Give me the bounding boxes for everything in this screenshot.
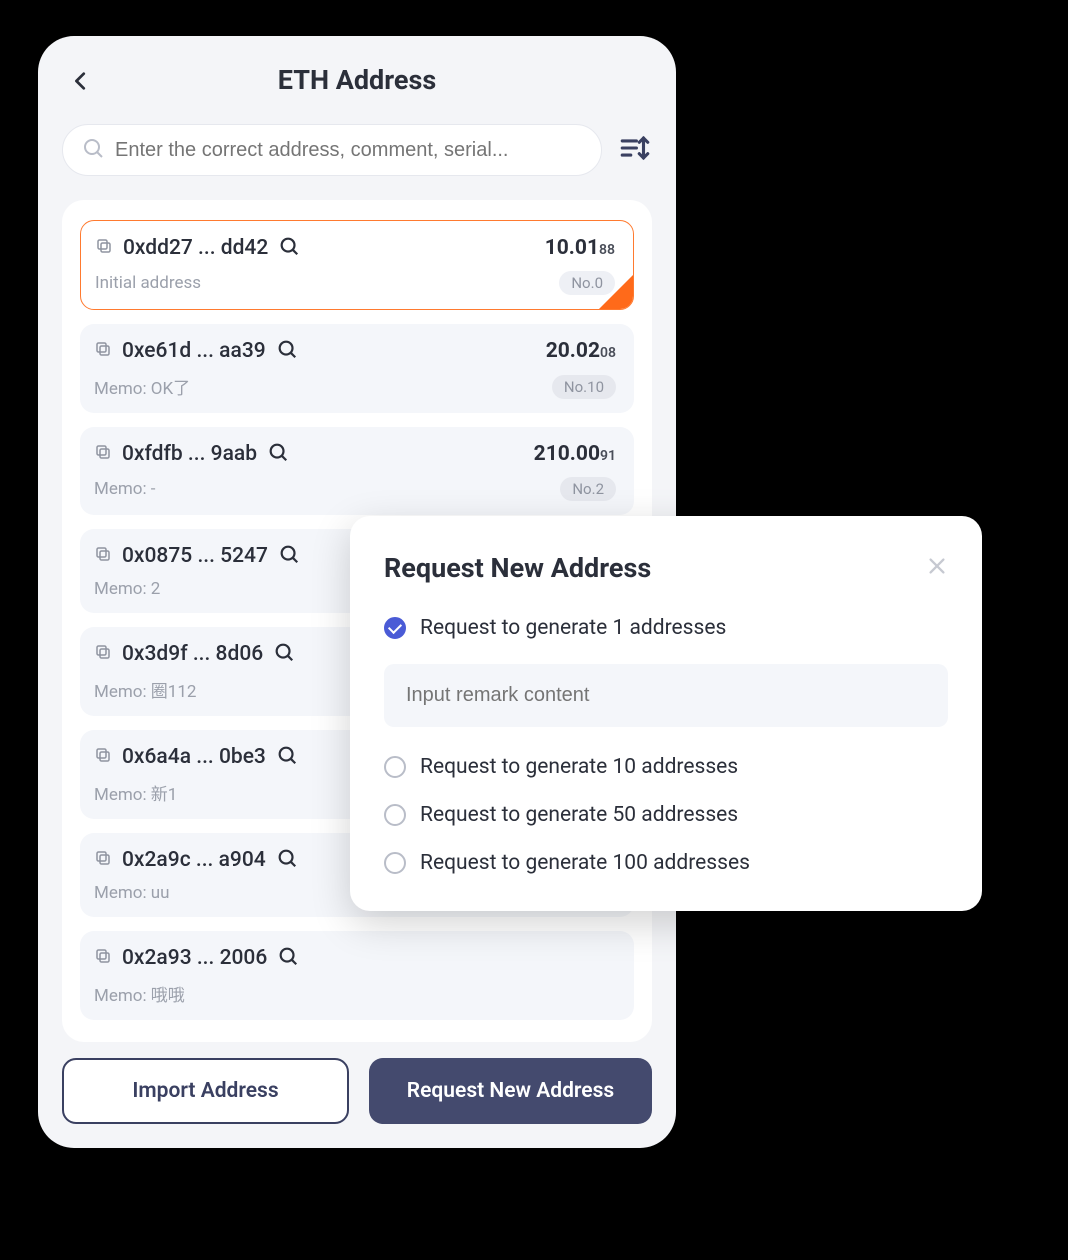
magnify-icon[interactable] (267, 441, 289, 467)
memo-text: Memo: 2 (94, 579, 160, 599)
remark-box[interactable] (384, 664, 948, 727)
memo-text: Memo: 新1 (94, 780, 177, 805)
memo-text: Memo: OK了 (94, 374, 190, 399)
memo-text: Memo: 圈112 (94, 677, 196, 702)
copy-icon[interactable] (94, 849, 112, 871)
option-label: Request to generate 50 addresses (420, 803, 738, 827)
magnify-icon[interactable] (273, 641, 295, 667)
address-item[interactable]: 0xe61d ... aa39 20.0208 Memo: OK了 No.10 (80, 324, 634, 413)
memo-text: Initial address (95, 273, 201, 293)
copy-icon[interactable] (94, 643, 112, 665)
search-input[interactable] (115, 139, 583, 162)
magnify-icon[interactable] (276, 744, 298, 770)
option-label: Request to generate 1 addresses (420, 616, 726, 640)
magnify-icon[interactable] (278, 543, 300, 569)
index-badge: No.10 (552, 375, 616, 399)
address-text: 0xfdfb ... 9aab (122, 442, 257, 466)
header: ETH Address (62, 64, 652, 96)
magnify-icon[interactable] (278, 235, 300, 261)
selected-corner-icon (599, 275, 633, 309)
address-text: 0x0875 ... 5247 (122, 544, 268, 568)
search-box[interactable] (62, 124, 602, 176)
balance: 10.0188 (545, 236, 615, 260)
index-badge: No.2 (560, 477, 616, 501)
memo-text: Memo: - (94, 479, 156, 499)
magnify-icon[interactable] (277, 945, 299, 971)
bottom-bar: Import Address Request New Address (62, 1046, 652, 1124)
address-item[interactable]: 0x2a93 ... 2006 Memo: 哦哦 (80, 931, 634, 1020)
modal-title: Request New Address (384, 552, 651, 584)
address-text: 0x3d9f ... 8d06 (122, 642, 263, 666)
page-title: ETH Address (278, 64, 436, 96)
generate-option[interactable]: Request to generate 50 addresses (384, 803, 948, 827)
memo-text: Memo: uu (94, 883, 170, 903)
magnify-icon[interactable] (276, 847, 298, 873)
copy-icon[interactable] (94, 545, 112, 567)
request-new-address-button[interactable]: Request New Address (369, 1058, 652, 1124)
generate-option[interactable]: Request to generate 100 addresses (384, 851, 948, 875)
magnify-icon[interactable] (276, 338, 298, 364)
radio-unchecked-icon[interactable] (384, 804, 406, 826)
copy-icon[interactable] (94, 947, 112, 969)
import-address-button[interactable]: Import Address (62, 1058, 349, 1124)
remark-input[interactable] (406, 684, 926, 707)
address-item[interactable]: 0xdd27 ... dd4210.0188Initial addressNo.… (80, 220, 634, 310)
close-icon[interactable] (926, 555, 948, 581)
back-button[interactable] (70, 66, 92, 100)
generate-option[interactable]: Request to generate 1 addresses (384, 616, 948, 640)
radio-checked-icon[interactable] (384, 617, 406, 639)
address-text: 0x2a93 ... 2006 (122, 946, 267, 970)
address-text: 0xe61d ... aa39 (122, 339, 266, 363)
address-item[interactable]: 0xfdfb ... 9aab 210.0091 Memo: - No.2 (80, 427, 634, 515)
sort-button[interactable] (618, 131, 652, 169)
copy-icon[interactable] (94, 443, 112, 465)
balance: 20.0208 (546, 339, 616, 363)
option-label: Request to generate 10 addresses (420, 755, 738, 779)
radio-unchecked-icon[interactable] (384, 756, 406, 778)
modal-header: Request New Address (384, 552, 948, 584)
address-text: 0x6a4a ... 0be3 (122, 745, 266, 769)
balance: 210.0091 (534, 442, 616, 466)
search-row (62, 124, 652, 176)
copy-icon[interactable] (94, 340, 112, 362)
option-label: Request to generate 100 addresses (420, 851, 750, 875)
address-text: 0xdd27 ... dd42 (123, 236, 268, 260)
search-icon (81, 136, 105, 164)
request-new-address-modal: Request New Address Request to generate … (350, 516, 982, 911)
address-text: 0x2a9c ... a904 (122, 848, 266, 872)
radio-unchecked-icon[interactable] (384, 852, 406, 874)
generate-option[interactable]: Request to generate 10 addresses (384, 755, 948, 779)
copy-icon[interactable] (95, 237, 113, 259)
copy-icon[interactable] (94, 746, 112, 768)
memo-text: Memo: 哦哦 (94, 981, 185, 1006)
